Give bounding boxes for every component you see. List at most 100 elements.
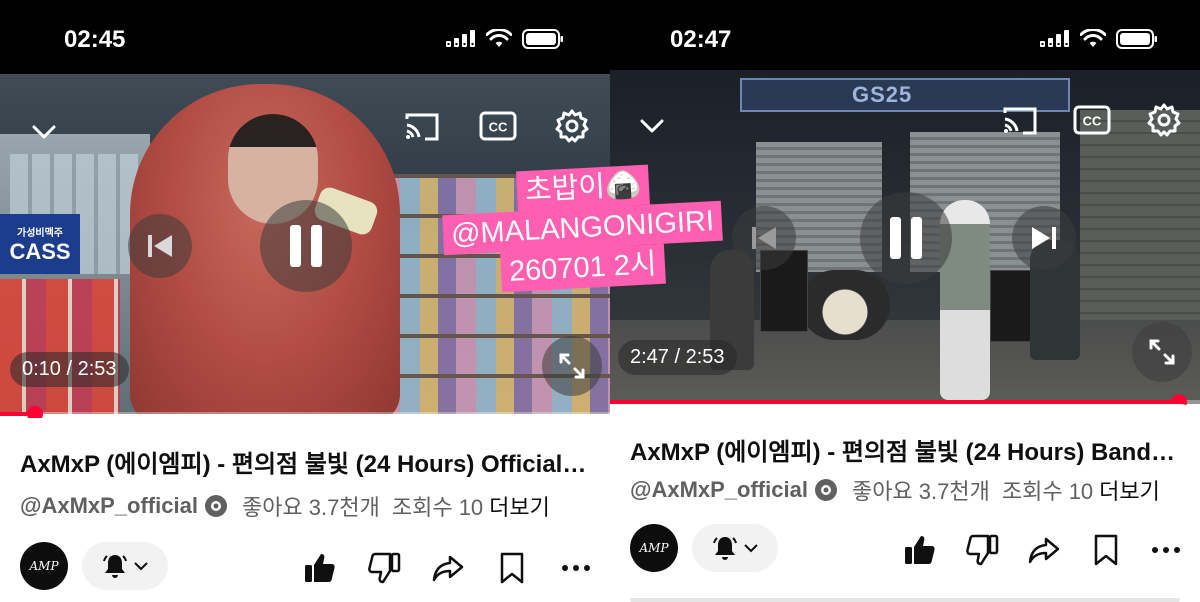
snack-display xyxy=(0,279,120,414)
settings-button[interactable] xyxy=(550,104,594,148)
like-icon xyxy=(305,554,335,582)
more-link[interactable]: 더보기 xyxy=(1099,474,1160,506)
minimize-button[interactable] xyxy=(636,110,668,142)
svg-text:CC: CC xyxy=(1083,114,1102,129)
next-button[interactable] xyxy=(1012,206,1076,270)
gear-icon xyxy=(1147,103,1181,137)
video-meta: @AxMxP_official 좋아요 3.7천개 조회수 10 더보기 xyxy=(630,474,1160,506)
cc-icon: CC xyxy=(479,111,517,141)
share-button[interactable] xyxy=(430,550,466,586)
more-link[interactable]: 더보기 xyxy=(489,490,550,522)
chevron-down-icon xyxy=(744,544,758,553)
more-actions-button[interactable] xyxy=(558,550,594,586)
video-meta: @AxMxP_official 좋아요 3.7천개 조회수 10 더보기 xyxy=(20,490,550,522)
dislike-button[interactable] xyxy=(964,532,1000,568)
beer-poster: 가성비맥주 CASS xyxy=(0,214,80,274)
like-icon xyxy=(905,536,935,564)
verified-icon xyxy=(204,494,228,518)
view-count: 조회수 10 xyxy=(391,495,484,520)
signal-icon xyxy=(1040,30,1069,47)
bell-icon xyxy=(103,555,127,578)
cast-icon xyxy=(405,113,439,141)
sticker-line-3: 260701 2시 xyxy=(500,243,666,293)
fullscreen-button[interactable] xyxy=(1132,322,1192,382)
ad-text-cass: CASS xyxy=(9,238,71,264)
captions-button[interactable]: CC xyxy=(1070,100,1114,140)
share-icon xyxy=(1028,537,1060,564)
cc-icon: CC xyxy=(1073,105,1111,135)
left-screenshot: 02:45 가성비맥주 CASS CC 0:10 / 2:53 AxMxP (에… xyxy=(0,0,610,602)
verified-icon xyxy=(814,478,838,502)
ad-text-small: 가성비맥주 xyxy=(17,227,63,239)
store-sign-text: GS25 xyxy=(852,82,913,107)
video-info-panel: AxMxP (에이엠피) - 편의점 불빛 (24 Hours) Officia… xyxy=(0,418,610,602)
minimize-button[interactable] xyxy=(28,116,60,148)
fullscreen-button[interactable] xyxy=(542,336,602,396)
next-section-divider xyxy=(630,598,1180,602)
chevron-down-icon xyxy=(32,125,56,139)
share-icon xyxy=(432,555,464,582)
progress-bar[interactable] xyxy=(0,406,610,422)
fullscreen-icon xyxy=(1149,339,1175,365)
video-title[interactable]: AxMxP (에이엠피) - 편의점 불빛 (24 Hours) Officia… xyxy=(20,444,590,479)
video-title[interactable]: AxMxP (에이엠피) - 편의점 불빛 (24 Hours) Band LI… xyxy=(630,432,1180,467)
pause-button[interactable] xyxy=(260,200,352,292)
more-actions-button[interactable] xyxy=(1148,532,1184,568)
wifi-icon xyxy=(486,29,512,47)
dislike-button[interactable] xyxy=(366,550,402,586)
status-bar: 02:47 xyxy=(610,0,1200,70)
save-button[interactable] xyxy=(1088,532,1124,568)
settings-button[interactable] xyxy=(1142,98,1186,142)
pause-icon xyxy=(890,217,922,259)
battery-icon xyxy=(1116,29,1157,49)
previous-icon xyxy=(148,235,172,257)
share-button[interactable] xyxy=(1026,532,1062,568)
dislike-icon xyxy=(966,534,999,566)
save-icon xyxy=(1094,534,1118,566)
captions-button[interactable]: CC xyxy=(476,106,520,146)
channel-avatar[interactable]: AMP xyxy=(630,524,678,572)
like-count: 좋아요 3.7천개 xyxy=(241,495,380,520)
pause-icon xyxy=(290,225,322,267)
cast-icon xyxy=(1003,107,1037,135)
right-screenshot: 02:47 GS25 CC 2:47 / 2:53 AxMxP (에이엠피) -… xyxy=(610,0,1200,602)
time-display: 2:47 / 2:53 xyxy=(618,340,737,375)
channel-handle[interactable]: @AxMxP_official xyxy=(630,477,808,503)
watermark-sticker: 초밥이🍙 @MALANGONIGIRI 260701 2시 xyxy=(418,164,748,293)
signal-icon xyxy=(446,30,475,47)
like-button[interactable] xyxy=(302,550,338,586)
bell-icon xyxy=(713,537,737,560)
next-icon xyxy=(1032,227,1056,249)
chevron-down-icon xyxy=(640,119,664,133)
status-time: 02:47 xyxy=(670,26,732,53)
system-icons xyxy=(1040,28,1158,50)
subscribe-bell-button[interactable] xyxy=(692,524,778,572)
like-count: 좋아요 3.7천개 xyxy=(851,479,990,504)
action-row: AMP xyxy=(20,542,590,594)
more-icon xyxy=(1152,547,1180,553)
action-row: AMP xyxy=(630,524,1180,576)
previous-button[interactable] xyxy=(128,214,192,278)
more-icon xyxy=(562,565,590,571)
cast-button[interactable] xyxy=(998,100,1042,140)
previous-icon xyxy=(752,227,776,249)
dislike-icon xyxy=(368,552,401,584)
wifi-icon xyxy=(1080,29,1106,47)
save-button[interactable] xyxy=(494,550,530,586)
svg-text:CC: CC xyxy=(489,120,508,135)
cast-button[interactable] xyxy=(400,106,444,146)
channel-avatar[interactable]: AMP xyxy=(20,542,68,590)
gear-icon xyxy=(555,109,589,143)
chevron-down-icon xyxy=(134,562,148,571)
fullscreen-icon xyxy=(559,353,585,379)
sticker-line-1: 초밥이🍙 xyxy=(515,164,651,212)
save-icon xyxy=(500,552,524,584)
like-button[interactable] xyxy=(902,532,938,568)
pause-button[interactable] xyxy=(860,192,952,284)
view-count: 조회수 10 xyxy=(1001,479,1094,504)
battery-icon xyxy=(522,29,563,49)
drum-kit xyxy=(800,270,890,340)
subscribe-bell-button[interactable] xyxy=(82,542,168,590)
channel-handle[interactable]: @AxMxP_official xyxy=(20,493,198,519)
status-time: 02:45 xyxy=(64,26,126,53)
